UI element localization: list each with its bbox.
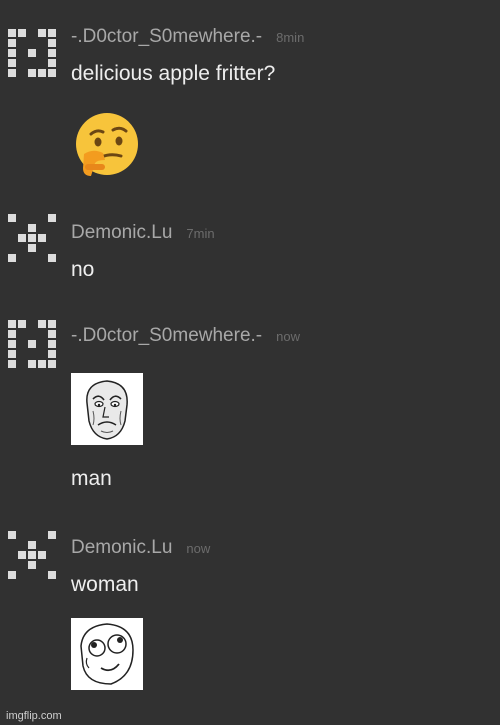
- identicon-avatar[interactable]: [8, 29, 56, 77]
- message-text: no: [71, 258, 95, 281]
- username-text[interactable]: Demonic.Lu: [71, 222, 172, 243]
- username-text[interactable]: -.D0ctor_S0mewhere.-: [71, 26, 262, 47]
- watermark: imgflip.com: [6, 710, 62, 722]
- message-text: delicious apple fritter?: [71, 62, 276, 85]
- identicon-avatar[interactable]: [8, 531, 56, 579]
- timestamp: 8min: [276, 30, 305, 45]
- derp-face-meme-sticker: [71, 618, 143, 690]
- username[interactable]: -.D0ctor_S0mewhere.- 8min: [71, 26, 304, 48]
- identicon-avatar[interactable]: [8, 214, 56, 262]
- username[interactable]: Demonic.Lu 7min: [71, 222, 215, 244]
- username-text[interactable]: -.D0ctor_S0mewhere.-: [71, 325, 262, 346]
- timestamp: now: [186, 541, 211, 556]
- thinking-face-emoji: [76, 113, 138, 176]
- timestamp: 7min: [186, 226, 215, 241]
- message-text: woman: [71, 573, 139, 596]
- timestamp: now: [276, 329, 300, 344]
- username[interactable]: Demonic.Lu now: [71, 537, 210, 559]
- username[interactable]: -.D0ctor_S0mewhere.- now: [71, 325, 300, 347]
- identicon-avatar[interactable]: [8, 320, 56, 368]
- okay-guy-meme-sticker: [71, 373, 143, 445]
- message-text: man: [71, 467, 112, 490]
- username-text[interactable]: Demonic.Lu: [71, 537, 172, 558]
